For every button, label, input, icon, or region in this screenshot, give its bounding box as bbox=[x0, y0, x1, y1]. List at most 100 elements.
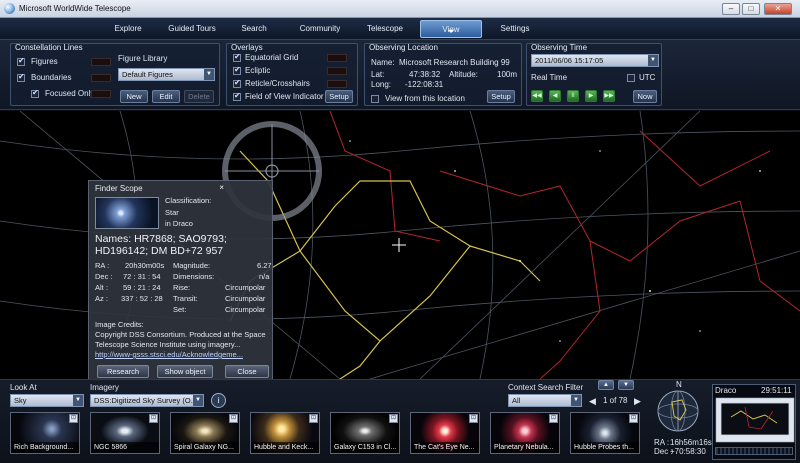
figure-library-label: Figure Library bbox=[118, 54, 168, 63]
imagery-value: DSS:Digitized Sky Survey (O... bbox=[94, 396, 197, 405]
result-tile[interactable]: ⊡ Planetary Nebula... bbox=[490, 412, 560, 454]
app-icon bbox=[4, 3, 15, 14]
datetime-picker[interactable]: 2011/06/06 15:17:05 ▼ bbox=[531, 54, 659, 67]
show-object-button[interactable]: Show object bbox=[157, 365, 213, 378]
dimensions-value: n/a bbox=[259, 272, 270, 281]
view-from-location-label: View from this location bbox=[385, 94, 465, 103]
altitude-value: 100m bbox=[497, 70, 518, 79]
figure-library-select[interactable]: Default Figures ▼ bbox=[118, 68, 215, 81]
view-ribbon: Constellation Lines Figures Boundaries F… bbox=[0, 40, 800, 110]
overlays-setup-button[interactable]: Setup bbox=[325, 90, 353, 103]
utc-checkbox[interactable] bbox=[627, 74, 635, 82]
boundaries-checkbox[interactable] bbox=[17, 72, 25, 82]
fov-indicator-checkbox[interactable] bbox=[233, 91, 241, 101]
tab-telescope[interactable]: Telescope bbox=[356, 20, 414, 38]
figures-color-swatch[interactable] bbox=[91, 58, 111, 66]
figures-checkbox[interactable] bbox=[17, 56, 25, 66]
longitude-label: Long: bbox=[371, 80, 392, 89]
reticle-label: Reticle/Crosshairs bbox=[245, 79, 310, 88]
chevron-down-icon: ▼ bbox=[648, 55, 658, 66]
result-tile[interactable]: ⊡ Galaxy C153 in Cl... bbox=[330, 412, 400, 454]
forward-button[interactable]: ▶ bbox=[585, 90, 597, 102]
overlays-panel: Overlays Equatorial Grid Ecliptic Reticl… bbox=[226, 43, 358, 106]
result-tile[interactable]: ⊡ Hubble Probes th... bbox=[570, 412, 640, 454]
context-filter-select[interactable]: All ▼ bbox=[508, 394, 582, 407]
dec-value: 72 : 31 : 54 bbox=[123, 272, 161, 281]
reticle-checkbox[interactable] bbox=[233, 78, 241, 88]
compass-globe[interactable] bbox=[652, 388, 704, 434]
fast-reverse-button[interactable]: ◀◀ bbox=[531, 90, 543, 102]
scroll-down-icon[interactable]: ▼ bbox=[618, 380, 634, 390]
previous-page-icon[interactable]: ◀ bbox=[589, 396, 596, 407]
tab-community[interactable]: Community bbox=[290, 20, 350, 38]
equatorial-grid-checkbox[interactable] bbox=[233, 52, 241, 62]
focused-color-swatch[interactable] bbox=[91, 90, 111, 98]
reverse-button[interactable]: ◀ bbox=[549, 90, 561, 102]
scroll-up-icon[interactable]: ▲ bbox=[598, 380, 614, 390]
result-tile[interactable]: ⊡ The Cat's Eye Ne... bbox=[410, 412, 480, 454]
constellation-value: in Draco bbox=[165, 219, 193, 228]
crosshair-cursor bbox=[392, 238, 406, 252]
tab-explore[interactable]: Explore bbox=[104, 20, 152, 38]
latitude-label: Lat: bbox=[371, 70, 385, 79]
panel-title: Overlays bbox=[231, 43, 263, 52]
imagery-label: Imagery bbox=[90, 383, 119, 392]
result-tile[interactable]: ⊡ Spiral Galaxy NG... bbox=[170, 412, 240, 454]
location-setup-button[interactable]: Setup bbox=[487, 90, 515, 103]
tab-settings[interactable]: Settings bbox=[490, 20, 540, 38]
focused-only-label: Focused Only bbox=[45, 89, 95, 98]
tile-badge-icon: ⊡ bbox=[629, 414, 638, 423]
mini-map[interactable]: Draco 29:51:11 bbox=[712, 384, 796, 460]
object-names: Names: HR7868; SAO9793; HD196142; DM BD+… bbox=[95, 233, 227, 257]
research-button[interactable]: Research bbox=[97, 365, 149, 378]
ecliptic-label: Ecliptic bbox=[245, 66, 271, 75]
ecliptic-color-swatch[interactable] bbox=[327, 67, 347, 75]
now-button[interactable]: Now bbox=[633, 90, 657, 103]
next-page-icon[interactable]: ▶ bbox=[634, 396, 641, 407]
latitude-value: 47:38:32 bbox=[409, 70, 441, 79]
result-tile[interactable]: ⊡ Rich Background... bbox=[10, 412, 80, 454]
realtime-label: Real Time bbox=[531, 73, 568, 82]
finder-close-icon[interactable]: × bbox=[219, 183, 224, 192]
context-panel: Look At Sky ▼ Imagery DSS:Digitized Sky … bbox=[0, 379, 800, 463]
look-at-label: Look At bbox=[10, 383, 37, 392]
page-indicator: 1 of 78 bbox=[603, 396, 628, 405]
tab-guided-tours[interactable]: Guided Tours bbox=[160, 20, 224, 38]
maximize-button[interactable]: □ bbox=[742, 3, 760, 15]
look-at-select[interactable]: Sky ▼ bbox=[10, 394, 84, 407]
minimize-button[interactable]: – bbox=[722, 3, 740, 15]
mini-map-time: 29:51:11 bbox=[761, 386, 792, 395]
view-from-location-checkbox[interactable] bbox=[371, 95, 379, 103]
time-scrubber[interactable] bbox=[715, 447, 793, 455]
close-button[interactable]: ✕ bbox=[764, 3, 792, 15]
info-icon[interactable]: i bbox=[211, 393, 226, 408]
tile-badge-icon: ⊡ bbox=[469, 414, 478, 423]
observing-location-panel: Observing Location Name: Microsoft Resea… bbox=[364, 43, 522, 106]
tab-search[interactable]: Search bbox=[232, 20, 276, 38]
edit-figure-button[interactable]: Edit bbox=[152, 90, 180, 103]
reticle-color-swatch[interactable] bbox=[327, 80, 347, 88]
boundaries-color-swatch[interactable] bbox=[91, 74, 111, 82]
result-tile[interactable]: ⊡ NGC 5866 bbox=[90, 412, 160, 454]
tab-view[interactable]: View bbox=[420, 20, 482, 38]
altitude-label: Altitude: bbox=[449, 70, 478, 79]
set-value: Circumpolar bbox=[225, 305, 266, 314]
grid-color-swatch[interactable] bbox=[327, 54, 347, 62]
rise-value: Circumpolar bbox=[225, 283, 266, 292]
credits-link[interactable]: http://www-gsss.stsci.edu/Acknowledgeme.… bbox=[95, 350, 243, 359]
focused-only-checkbox[interactable] bbox=[31, 88, 39, 98]
tile-badge-icon: ⊡ bbox=[229, 414, 238, 423]
imagery-select[interactable]: DSS:Digitized Sky Survey (O... ▼ bbox=[90, 394, 204, 407]
fast-forward-button[interactable]: ▶▶ bbox=[603, 90, 615, 102]
finder-close-button[interactable]: Close bbox=[225, 365, 269, 378]
chevron-down-icon: ▼ bbox=[193, 395, 203, 406]
result-tile[interactable]: ⊡ Hubble and Keck... bbox=[250, 412, 320, 454]
mini-map-title: Draco bbox=[715, 386, 737, 395]
pause-button[interactable]: II bbox=[567, 90, 579, 102]
delete-figure-button[interactable]: Delete bbox=[184, 90, 214, 103]
mini-map-chart bbox=[715, 397, 795, 443]
new-figure-button[interactable]: New bbox=[120, 90, 148, 103]
tile-caption: NGC 5866 bbox=[91, 442, 159, 453]
credits-text: Copyright DSS Consortium. Produced at th… bbox=[95, 330, 266, 349]
ecliptic-checkbox[interactable] bbox=[233, 65, 241, 75]
